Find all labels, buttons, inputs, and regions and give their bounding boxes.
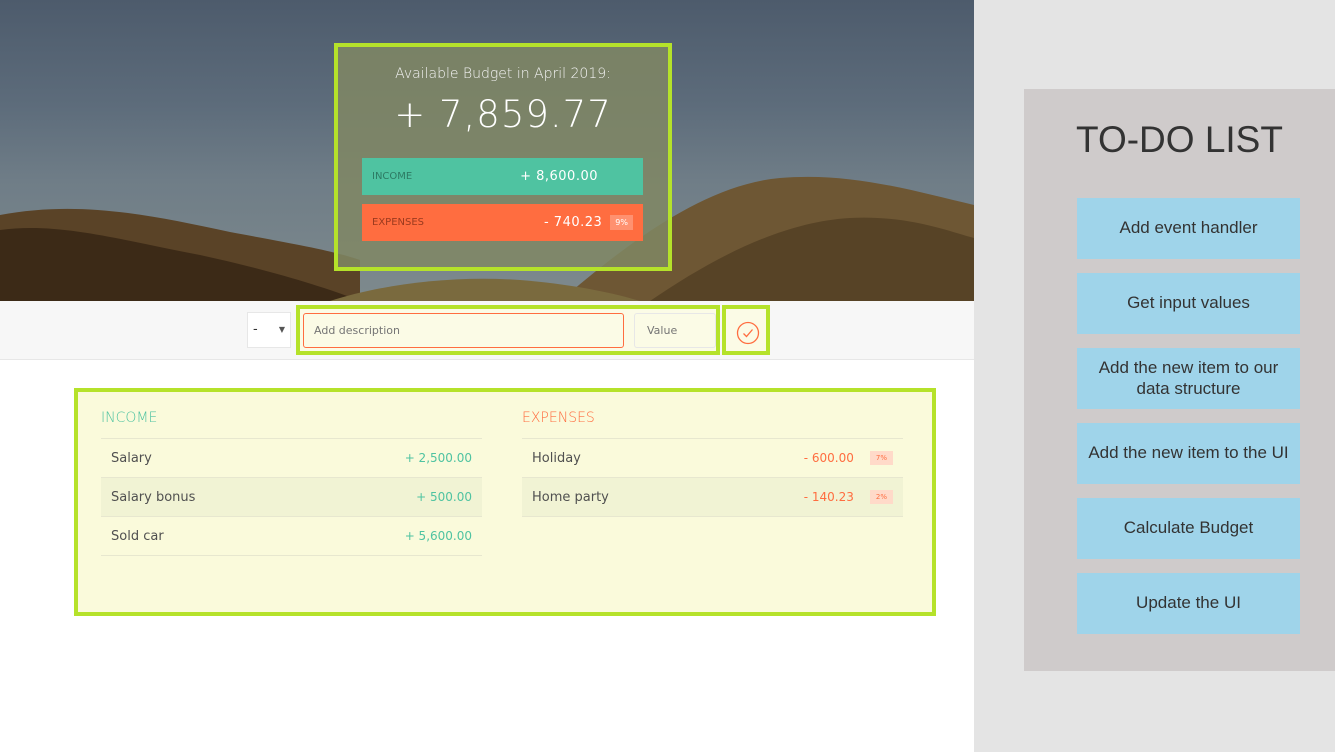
- budget-expenses-percentage: 9%: [610, 215, 633, 230]
- budget-income: Income + 8,600.00: [362, 158, 643, 195]
- expense-percentage: 2%: [869, 490, 893, 504]
- income-value: + 5,600.00: [404, 529, 472, 543]
- value-input[interactable]: [634, 313, 716, 348]
- checkmark-circle-icon: [736, 321, 760, 345]
- description-input[interactable]: [303, 313, 624, 348]
- todo-item: Add event handler: [1077, 198, 1300, 259]
- expense-description: Holiday: [532, 450, 581, 466]
- income-row: Sold car + 5,600.00: [101, 517, 482, 556]
- budget-summary: Available Budget in April 2019: + 7,859.…: [334, 43, 672, 271]
- budget-income-value: + 8,600.00: [520, 169, 598, 184]
- type-select-value: -: [253, 322, 258, 337]
- budget-expenses-label: Expenses: [372, 217, 425, 228]
- add-button-highlight: [722, 305, 770, 355]
- chevron-down-icon: ▼: [278, 325, 285, 334]
- budget-app: Available Budget in April 2019: + 7,859.…: [0, 0, 974, 752]
- income-description: Sold car: [111, 528, 164, 544]
- income-value: + 2,500.00: [404, 451, 472, 465]
- expense-row: Holiday - 600.00 7%: [522, 439, 903, 478]
- expense-value: - 140.23: [803, 490, 854, 504]
- transactions-container: INCOME Salary + 2,500.00 Salary bonus + …: [74, 388, 936, 616]
- todo-panel: TO-DO LIST Add event handler Get input v…: [1024, 89, 1335, 671]
- income-column: INCOME Salary + 2,500.00 Salary bonus + …: [101, 410, 482, 556]
- expenses-list: Holiday - 600.00 7% Home party - 140.23 …: [522, 439, 903, 517]
- expenses-title: EXPENSES: [522, 410, 903, 439]
- add-button[interactable]: [736, 321, 760, 345]
- todo-item: Update the UI: [1077, 573, 1300, 634]
- side-panel: TO-DO LIST Add event handler Get input v…: [974, 0, 1335, 752]
- expense-row: Home party - 140.23 2%: [522, 478, 903, 517]
- todo-item: Get input values: [1077, 273, 1300, 334]
- todo-title: TO-DO LIST: [1076, 119, 1283, 160]
- income-row: Salary + 2,500.00: [101, 439, 482, 478]
- income-description: Salary bonus: [111, 489, 196, 505]
- budget-expenses-value: - 740.23: [543, 215, 603, 230]
- budget-income-label: Income: [372, 171, 413, 182]
- todo-item: Add the new item to the UI: [1077, 423, 1300, 484]
- expense-description: Home party: [532, 489, 609, 505]
- budget-title: Available Budget in April 2019:: [395, 66, 611, 82]
- hero-banner: Available Budget in April 2019: + 7,859.…: [0, 0, 974, 301]
- expenses-column: EXPENSES Holiday - 600.00 7% Home party …: [522, 410, 903, 517]
- expense-percentage: 7%: [869, 451, 893, 465]
- income-row: Salary bonus + 500.00: [101, 478, 482, 517]
- todo-item: Add the new item to our data structure: [1077, 348, 1300, 409]
- income-description: Salary: [111, 450, 152, 466]
- budget-value: + 7,859.77: [394, 93, 612, 136]
- add-item-bar: - ▼: [0, 301, 974, 360]
- expense-value: - 600.00: [803, 451, 854, 465]
- type-select[interactable]: - ▼: [247, 312, 291, 348]
- income-list: Salary + 2,500.00 Salary bonus + 500.00 …: [101, 439, 482, 556]
- todo-item: Calculate Budget: [1077, 498, 1300, 559]
- inputs-highlight: [296, 305, 720, 355]
- income-title: INCOME: [101, 410, 482, 439]
- budget-expenses: Expenses - 740.23 9%: [362, 204, 643, 241]
- income-value: + 500.00: [416, 490, 472, 504]
